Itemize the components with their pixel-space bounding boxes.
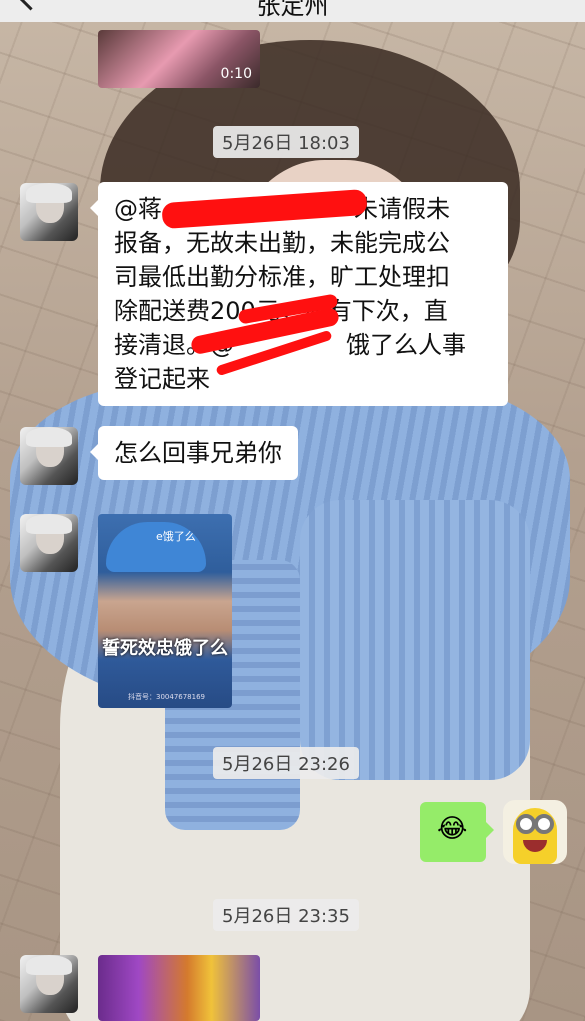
- chat-header: 张定州: [0, 0, 585, 22]
- meme-logo: e饿了么: [156, 530, 196, 543]
- message-line: 报备，无故未出勤，未能完成公: [114, 229, 450, 257]
- message-bubble-question[interactable]: 怎么回事兄弟你: [90, 426, 298, 480]
- laughing-crying-emoji-icon: 😂: [437, 814, 468, 844]
- meme-caption: 誓死效忠饿了么: [102, 638, 228, 659]
- avatar[interactable]: [20, 514, 78, 572]
- sent-emoji-bubble[interactable]: 😂: [420, 802, 494, 862]
- avatar[interactable]: [20, 427, 78, 485]
- avatar[interactable]: [20, 955, 78, 1013]
- timestamp: 5月26日 18:03: [213, 126, 359, 158]
- image-message[interactable]: [98, 955, 260, 1021]
- timestamp: 5月26日 23:26: [213, 747, 359, 779]
- message-line: 司最低出勤分标准，旷工处理扣: [114, 263, 450, 291]
- meme-image-message[interactable]: e饿了么 誓死效忠饿了么 抖音号：30047678169: [98, 514, 232, 708]
- timestamp: 5月26日 23:35: [213, 899, 359, 931]
- minion-avatar[interactable]: [503, 800, 567, 864]
- message-line: 登记起来: [114, 365, 210, 393]
- chat-title: 张定州: [256, 0, 329, 20]
- video-duration: 0:10: [220, 66, 252, 82]
- video-message[interactable]: 0:10: [98, 30, 260, 88]
- avatar[interactable]: [20, 183, 78, 241]
- meme-watermark: 抖音号：30047678169: [128, 693, 205, 701]
